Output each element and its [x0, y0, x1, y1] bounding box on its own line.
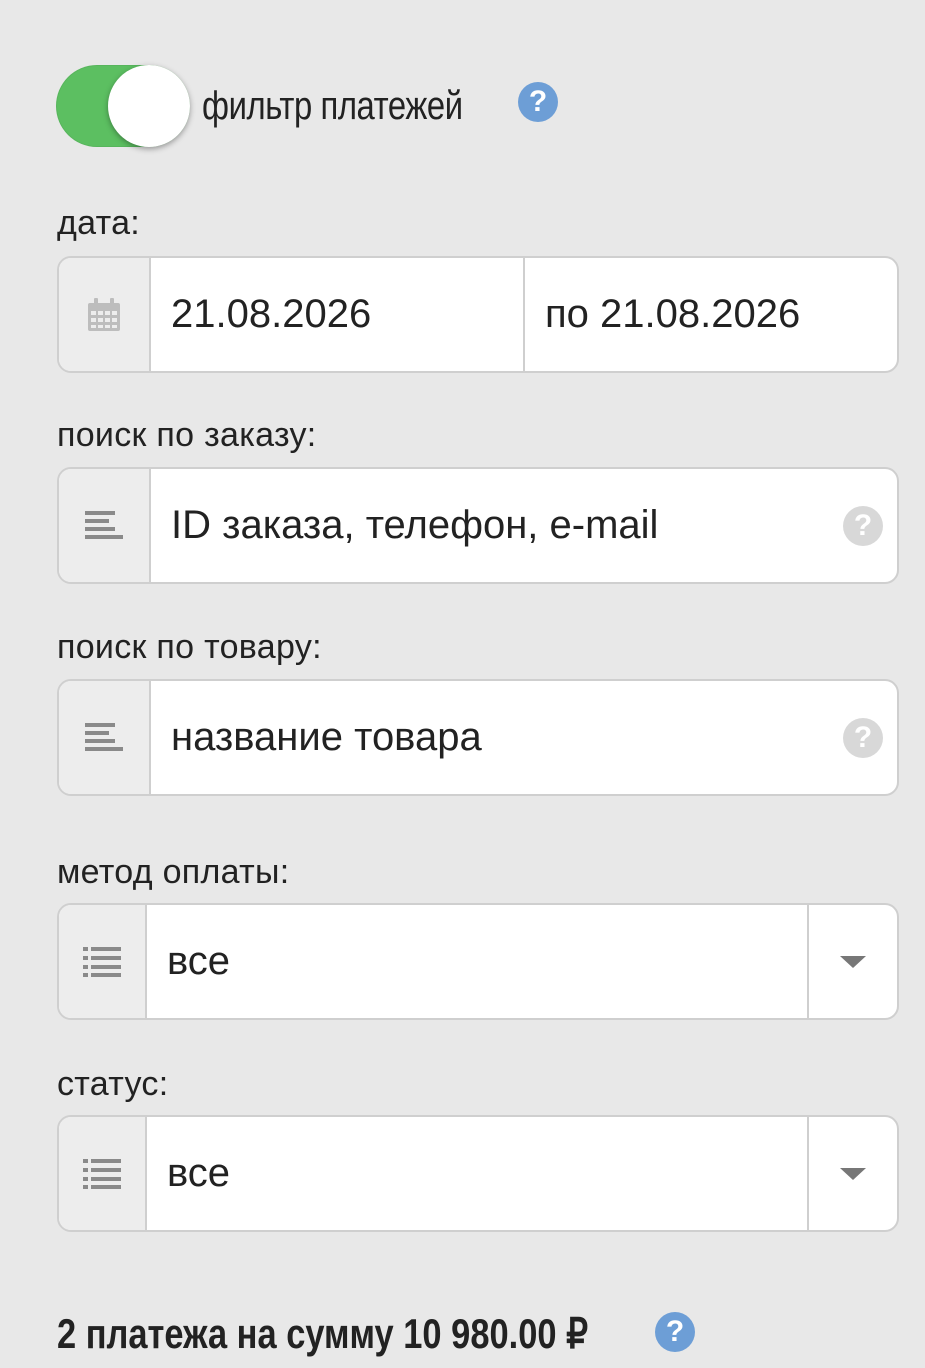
payment-method-value: все	[167, 939, 231, 983]
payment-method-select[interactable]: все	[57, 903, 899, 1020]
payments-summary: 2 платежа на сумму 10 980.00 ₽	[57, 1308, 705, 1358]
status-dropdown-toggle[interactable]	[807, 1117, 897, 1230]
text-lines-icon	[59, 469, 151, 582]
toggle-knob	[108, 65, 190, 147]
text-lines-icon	[59, 681, 151, 794]
payment-method-dropdown-toggle[interactable]	[807, 905, 897, 1018]
list-icon	[59, 1117, 147, 1230]
order-search-help-icon[interactable]: ?	[843, 505, 883, 546]
date-to-input[interactable]: по 21.08.2026	[525, 258, 897, 371]
product-search-label: поиск по товару:	[57, 628, 322, 666]
date-from-input[interactable]: 21.08.2026	[151, 258, 525, 371]
status-label: статус:	[57, 1065, 169, 1103]
filter-toggle[interactable]	[56, 65, 190, 147]
filter-toggle-row: фильтр платежей	[56, 64, 520, 148]
date-range-field: 21.08.2026 по 21.08.2026	[57, 256, 899, 373]
summary-text: 2 платежа на сумму 10 980.00 ₽	[57, 1309, 588, 1357]
chevron-down-icon	[840, 1167, 866, 1180]
payment-method-label: метод оплаты:	[57, 853, 290, 891]
list-icon	[59, 905, 147, 1018]
calendar-icon[interactable]	[59, 258, 151, 371]
status-value: все	[167, 1151, 231, 1195]
product-search-input[interactable]: название товара	[151, 681, 843, 794]
date-label: дата:	[57, 204, 141, 242]
chevron-down-icon	[840, 955, 866, 968]
order-search-label: поиск по заказу:	[57, 416, 317, 454]
status-select[interactable]: все	[57, 1115, 899, 1232]
product-search-help-icon[interactable]: ?	[843, 717, 883, 758]
product-search-field: название товара ?	[57, 679, 899, 796]
payment-filter-panel: фильтр платежей ? дата: 21.08.2026 по 21…	[0, 0, 925, 1368]
order-search-field: ID заказа, телефон, e-mail ?	[57, 467, 899, 584]
order-search-input[interactable]: ID заказа, телефон, e-mail	[151, 469, 843, 582]
filter-help-icon[interactable]: ?	[518, 82, 558, 122]
filter-toggle-label: фильтр платежей	[202, 83, 463, 128]
summary-help-icon[interactable]: ?	[655, 1312, 695, 1352]
